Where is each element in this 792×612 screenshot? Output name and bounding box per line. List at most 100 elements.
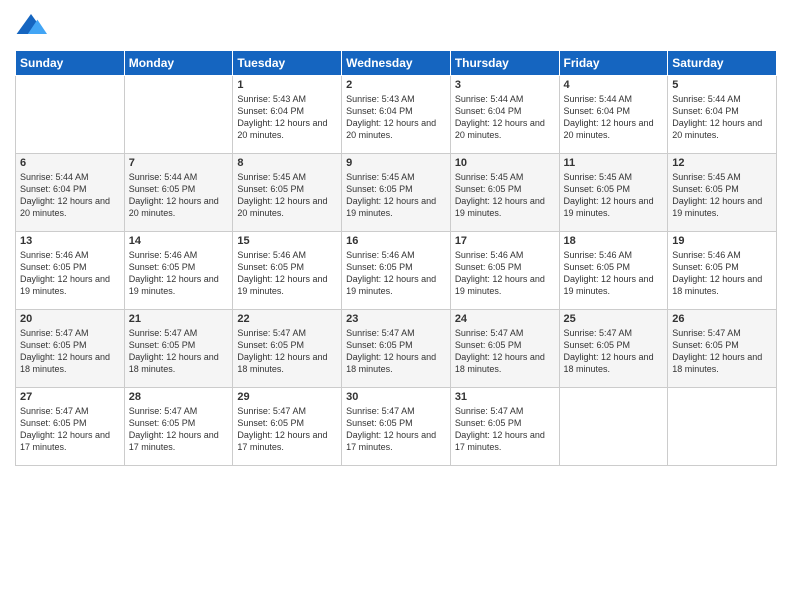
logo-icon [15, 10, 47, 42]
calendar-cell: 2 Sunrise: 5:43 AM Sunset: 6:04 PM Daylig… [342, 76, 451, 154]
day-number: 30 [346, 391, 446, 403]
calendar-cell [559, 388, 668, 466]
calendar-cell: 25 Sunrise: 5:47 AM Sunset: 6:05 PM Dayli… [559, 310, 668, 388]
day-number: 6 [20, 157, 120, 169]
day-number: 28 [129, 391, 229, 403]
calendar-day-header: Friday [559, 51, 668, 76]
day-number: 22 [237, 313, 337, 325]
day-number: 23 [346, 313, 446, 325]
calendar-cell: 13 Sunrise: 5:46 AM Sunset: 6:05 PM Dayli… [16, 232, 125, 310]
calendar-cell: 9 Sunrise: 5:45 AM Sunset: 6:05 PM Daylig… [342, 154, 451, 232]
logo [15, 10, 51, 42]
cell-info: Sunrise: 5:47 AM Sunset: 6:05 PM Dayligh… [237, 405, 337, 454]
day-number: 16 [346, 235, 446, 247]
calendar-cell: 28 Sunrise: 5:47 AM Sunset: 6:05 PM Dayli… [124, 388, 233, 466]
calendar-week-row: 1Sunrise: 5:43 AM Sunset: 6:04 PM Daylig… [16, 76, 777, 154]
page: SundayMondayTuesdayWednesdayThursdayFrid… [0, 0, 792, 612]
calendar-cell: 7 Sunrise: 5:44 AM Sunset: 6:05 PM Daylig… [124, 154, 233, 232]
calendar-day-header: Thursday [450, 51, 559, 76]
cell-info: Sunrise: 5:45 AM Sunset: 6:05 PM Dayligh… [237, 171, 337, 220]
cell-info: Sunrise: 5:47 AM Sunset: 6:05 PM Dayligh… [564, 327, 664, 376]
calendar-cell: 10Sunrise: 5:45 AM Sunset: 6:05 PM Dayli… [450, 154, 559, 232]
cell-info: Sunrise: 5:46 AM Sunset: 6:05 PM Dayligh… [455, 249, 555, 298]
day-number: 4 [564, 79, 664, 91]
day-number: 29 [237, 391, 337, 403]
calendar-week-row: 27 Sunrise: 5:47 AM Sunset: 6:05 PM Dayli… [16, 388, 777, 466]
day-number: 17 [455, 235, 555, 247]
cell-info: Sunrise: 5:46 AM Sunset: 6:05 PM Dayligh… [564, 249, 664, 298]
day-number: 14 [129, 235, 229, 247]
calendar-cell: 15 Sunrise: 5:46 AM Sunset: 6:05 PM Dayli… [233, 232, 342, 310]
calendar-week-row: 6Sunrise: 5:44 AM Sunset: 6:04 PM Daylig… [16, 154, 777, 232]
calendar-cell: 8 Sunrise: 5:45 AM Sunset: 6:05 PM Daylig… [233, 154, 342, 232]
calendar-cell: 26Sunrise: 5:47 AM Sunset: 6:05 PM Dayli… [668, 310, 777, 388]
cell-info: Sunrise: 5:47 AM Sunset: 6:05 PM Dayligh… [455, 327, 555, 376]
calendar-cell: 23 Sunrise: 5:47 AM Sunset: 6:05 PM Dayli… [342, 310, 451, 388]
cell-info: Sunrise: 5:47 AM Sunset: 6:05 PM Dayligh… [346, 327, 446, 376]
cell-info: Sunrise: 5:47 AM Sunset: 6:05 PM Dayligh… [455, 405, 555, 454]
day-number: 2 [346, 79, 446, 91]
calendar-cell: 3Sunrise: 5:44 AM Sunset: 6:04 PM Daylig… [450, 76, 559, 154]
cell-info: Sunrise: 5:46 AM Sunset: 6:05 PM Dayligh… [20, 249, 120, 298]
cell-info: Sunrise: 5:47 AM Sunset: 6:05 PM Dayligh… [129, 405, 229, 454]
cell-info: Sunrise: 5:47 AM Sunset: 6:05 PM Dayligh… [672, 327, 772, 376]
cell-info: Sunrise: 5:44 AM Sunset: 6:04 PM Dayligh… [564, 93, 664, 142]
day-number: 31 [455, 391, 555, 403]
calendar-cell: 14 Sunrise: 5:46 AM Sunset: 6:05 PM Dayli… [124, 232, 233, 310]
calendar-cell: 12 Sunrise: 5:45 AM Sunset: 6:05 PM Dayli… [668, 154, 777, 232]
cell-info: Sunrise: 5:44 AM Sunset: 6:04 PM Dayligh… [672, 93, 772, 142]
calendar-cell: 27 Sunrise: 5:47 AM Sunset: 6:05 PM Dayli… [16, 388, 125, 466]
day-number: 5 [672, 79, 772, 91]
cell-info: Sunrise: 5:45 AM Sunset: 6:05 PM Dayligh… [672, 171, 772, 220]
calendar-cell: 29 Sunrise: 5:47 AM Sunset: 6:05 PM Dayli… [233, 388, 342, 466]
calendar-cell: 21Sunrise: 5:47 AM Sunset: 6:05 PM Dayli… [124, 310, 233, 388]
cell-info: Sunrise: 5:47 AM Sunset: 6:05 PM Dayligh… [237, 327, 337, 376]
cell-info: Sunrise: 5:45 AM Sunset: 6:05 PM Dayligh… [346, 171, 446, 220]
calendar-cell: 4 Sunrise: 5:44 AM Sunset: 6:04 PM Daylig… [559, 76, 668, 154]
day-number: 12 [672, 157, 772, 169]
calendar-cell: 5 Sunrise: 5:44 AM Sunset: 6:04 PM Daylig… [668, 76, 777, 154]
calendar-cell: 1Sunrise: 5:43 AM Sunset: 6:04 PM Daylig… [233, 76, 342, 154]
cell-info: Sunrise: 5:47 AM Sunset: 6:05 PM Dayligh… [20, 405, 120, 454]
cell-info: Sunrise: 5:46 AM Sunset: 6:05 PM Dayligh… [672, 249, 772, 298]
cell-info: Sunrise: 5:47 AM Sunset: 6:05 PM Dayligh… [20, 327, 120, 376]
calendar-cell: 17 Sunrise: 5:46 AM Sunset: 6:05 PM Dayli… [450, 232, 559, 310]
cell-info: Sunrise: 5:43 AM Sunset: 6:04 PM Dayligh… [346, 93, 446, 142]
header [15, 10, 777, 42]
cell-info: Sunrise: 5:46 AM Sunset: 6:05 PM Dayligh… [346, 249, 446, 298]
calendar-day-header: Wednesday [342, 51, 451, 76]
calendar-cell: 6Sunrise: 5:44 AM Sunset: 6:04 PM Daylig… [16, 154, 125, 232]
day-number: 13 [20, 235, 120, 247]
calendar-week-row: 20Sunrise: 5:47 AM Sunset: 6:05 PM Dayli… [16, 310, 777, 388]
cell-info: Sunrise: 5:46 AM Sunset: 6:05 PM Dayligh… [237, 249, 337, 298]
day-number: 18 [564, 235, 664, 247]
calendar-cell: 30Sunrise: 5:47 AM Sunset: 6:05 PM Dayli… [342, 388, 451, 466]
cell-info: Sunrise: 5:46 AM Sunset: 6:05 PM Dayligh… [129, 249, 229, 298]
calendar-cell: 18 Sunrise: 5:46 AM Sunset: 6:05 PM Dayli… [559, 232, 668, 310]
cell-info: Sunrise: 5:45 AM Sunset: 6:05 PM Dayligh… [455, 171, 555, 220]
day-number: 11 [564, 157, 664, 169]
calendar-header-row: SundayMondayTuesdayWednesdayThursdayFrid… [16, 51, 777, 76]
calendar-cell: 24 Sunrise: 5:47 AM Sunset: 6:05 PM Dayli… [450, 310, 559, 388]
calendar-cell [668, 388, 777, 466]
calendar-day-header: Saturday [668, 51, 777, 76]
day-number: 8 [237, 157, 337, 169]
day-number: 27 [20, 391, 120, 403]
day-number: 7 [129, 157, 229, 169]
cell-info: Sunrise: 5:45 AM Sunset: 6:05 PM Dayligh… [564, 171, 664, 220]
day-number: 25 [564, 313, 664, 325]
calendar-cell: 16 Sunrise: 5:46 AM Sunset: 6:05 PM Dayli… [342, 232, 451, 310]
day-number: 21 [129, 313, 229, 325]
day-number: 9 [346, 157, 446, 169]
calendar: SundayMondayTuesdayWednesdayThursdayFrid… [15, 50, 777, 466]
day-number: 24 [455, 313, 555, 325]
calendar-cell: 11 Sunrise: 5:45 AM Sunset: 6:05 PM Dayli… [559, 154, 668, 232]
calendar-cell: 31 Sunrise: 5:47 AM Sunset: 6:05 PM Dayli… [450, 388, 559, 466]
day-number: 15 [237, 235, 337, 247]
calendar-day-header: Tuesday [233, 51, 342, 76]
day-number: 19 [672, 235, 772, 247]
cell-info: Sunrise: 5:44 AM Sunset: 6:05 PM Dayligh… [129, 171, 229, 220]
calendar-cell [16, 76, 125, 154]
calendar-cell: 19 Sunrise: 5:46 AM Sunset: 6:05 PM Dayli… [668, 232, 777, 310]
calendar-day-header: Sunday [16, 51, 125, 76]
